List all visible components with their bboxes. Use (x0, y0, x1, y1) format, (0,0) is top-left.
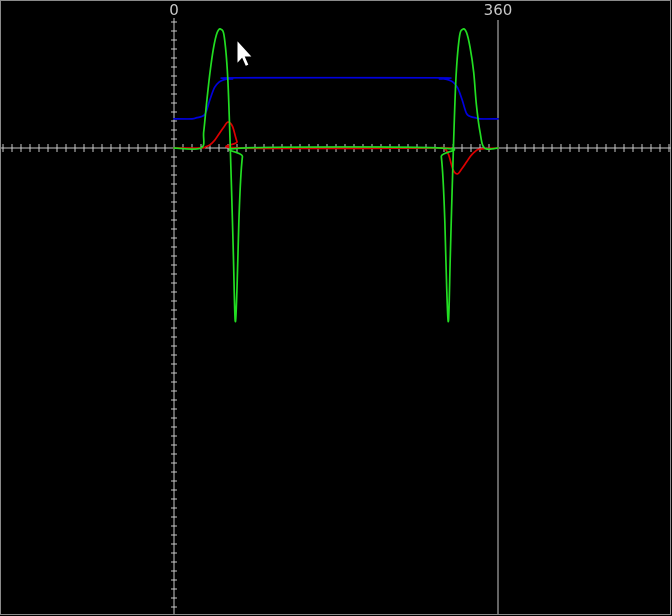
series-layer (173, 28, 499, 323)
green-series-line (173, 28, 499, 323)
axis-ticks (2, 21, 670, 608)
phase-plot: 0 360 (0, 0, 671, 615)
x-tick-label-0: 0 (169, 1, 179, 19)
x-tick-label-360: 360 (484, 1, 513, 19)
mouse-pointer-icon (236, 38, 254, 68)
plot-frame (0, 0, 671, 615)
blue-series-line (173, 76, 499, 120)
